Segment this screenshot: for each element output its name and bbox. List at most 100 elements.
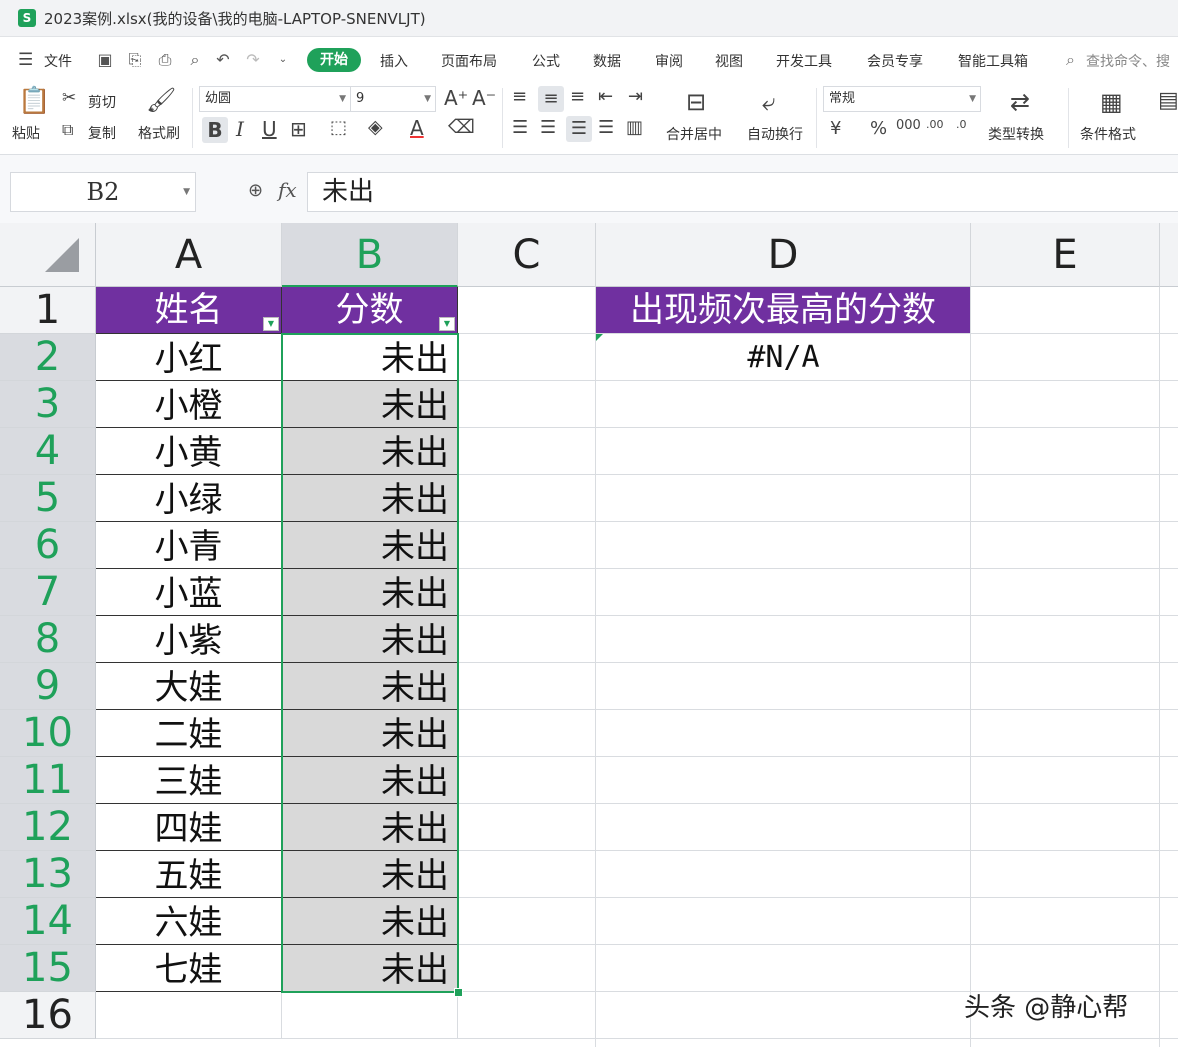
cell[interactable] bbox=[971, 1039, 1160, 1047]
cell[interactable] bbox=[971, 710, 1160, 757]
score-cell[interactable]: 未出 bbox=[282, 381, 458, 428]
spreadsheet-grid[interactable]: A B C D E 1 2 3 4 5 6 7 8 9 10 11 12 13 14 15 16 姓名 ▼ 分数 ▼ 出现频次最高… bbox=[0, 223, 1178, 1047]
cell[interactable] bbox=[596, 522, 971, 569]
name-cell[interactable]: 二娃 bbox=[96, 710, 282, 757]
cell[interactable] bbox=[596, 945, 971, 992]
cell[interactable] bbox=[971, 287, 1160, 334]
tab-home[interactable]: 开始 bbox=[307, 48, 361, 72]
score-cell[interactable]: 未出 bbox=[282, 663, 458, 710]
eraser-icon[interactable]: ⌫ bbox=[448, 116, 475, 138]
row-header-10[interactable]: 10 bbox=[0, 710, 96, 757]
row-header-1[interactable]: 1 bbox=[0, 287, 96, 334]
column-header-f[interactable] bbox=[1160, 223, 1178, 287]
name-cell[interactable]: 小绿 bbox=[96, 475, 282, 522]
cell[interactable] bbox=[596, 569, 971, 616]
cell[interactable] bbox=[1160, 428, 1178, 475]
name-cell[interactable]: 大娃 bbox=[96, 663, 282, 710]
cell-b16[interactable] bbox=[282, 992, 458, 1039]
font-name-select[interactable]: 幼圆 ▼ bbox=[199, 86, 351, 112]
cell[interactable] bbox=[596, 428, 971, 475]
export-icon[interactable]: ⎘ bbox=[126, 51, 144, 69]
cell[interactable] bbox=[458, 428, 596, 475]
cell[interactable] bbox=[596, 898, 971, 945]
row-header-7[interactable]: 7 bbox=[0, 569, 96, 616]
distributed-align-icon[interactable]: ▥ bbox=[626, 117, 643, 138]
cell[interactable] bbox=[971, 757, 1160, 804]
cell[interactable] bbox=[596, 663, 971, 710]
row-header-4[interactable]: 4 bbox=[0, 428, 96, 475]
cell[interactable] bbox=[596, 381, 971, 428]
select-all-corner[interactable] bbox=[0, 223, 96, 287]
score-cell[interactable]: 未出 bbox=[282, 522, 458, 569]
cell[interactable] bbox=[458, 710, 596, 757]
score-cell[interactable]: 未出 bbox=[282, 757, 458, 804]
merge-cells-icon[interactable]: ⊟ bbox=[686, 88, 706, 116]
menu-file[interactable]: 文件 bbox=[44, 51, 72, 71]
cell[interactable] bbox=[971, 663, 1160, 710]
cell[interactable] bbox=[1160, 475, 1178, 522]
paste-icon[interactable]: 📋 bbox=[18, 86, 50, 116]
name-cell[interactable]: 七娃 bbox=[96, 945, 282, 992]
name-cell[interactable]: 三娃 bbox=[96, 757, 282, 804]
cell[interactable] bbox=[971, 475, 1160, 522]
row-header-3[interactable]: 3 bbox=[0, 381, 96, 428]
print-icon[interactable]: ⎙ bbox=[156, 51, 174, 69]
italic-icon[interactable]: I bbox=[236, 117, 244, 141]
save-icon[interactable]: ▣ bbox=[96, 51, 114, 69]
cell[interactable] bbox=[596, 1039, 971, 1047]
cell[interactable] bbox=[458, 475, 596, 522]
name-cell[interactable]: 小红 bbox=[96, 334, 282, 381]
align-left-icon[interactable]: ☰ bbox=[512, 117, 528, 138]
paste-button[interactable]: 粘贴 bbox=[12, 123, 40, 143]
cell[interactable] bbox=[596, 757, 971, 804]
thousands-separator-icon[interactable]: 000 bbox=[896, 118, 921, 133]
percent-icon[interactable]: % bbox=[870, 118, 887, 139]
name-box[interactable]: B2 ▼ bbox=[10, 172, 196, 212]
row-header-15[interactable]: 15 bbox=[0, 945, 96, 992]
row-header-2[interactable]: 2 bbox=[0, 334, 96, 381]
increase-decimal-icon[interactable]: .00 bbox=[926, 118, 944, 131]
header-cell-name[interactable]: 姓名 ▼ bbox=[96, 287, 282, 334]
name-cell[interactable]: 四娃 bbox=[96, 804, 282, 851]
cell[interactable] bbox=[1160, 569, 1178, 616]
name-cell[interactable]: 六娃 bbox=[96, 898, 282, 945]
cell[interactable] bbox=[1160, 945, 1178, 992]
fill-color-icon[interactable]: ◈ bbox=[368, 116, 383, 138]
cell[interactable] bbox=[458, 381, 596, 428]
cell[interactable] bbox=[1160, 757, 1178, 804]
number-format-select[interactable]: 常规 ▼ bbox=[823, 86, 981, 112]
column-header-e[interactable]: E bbox=[971, 223, 1160, 287]
cell[interactable] bbox=[971, 616, 1160, 663]
row-header-13[interactable]: 13 bbox=[0, 851, 96, 898]
decrease-font-size-icon[interactable]: A⁻ bbox=[472, 86, 496, 110]
cell[interactable] bbox=[458, 334, 596, 381]
cell[interactable] bbox=[596, 851, 971, 898]
cell[interactable] bbox=[971, 851, 1160, 898]
cell-style-icon[interactable]: ⬚ bbox=[330, 117, 347, 138]
filter-dropdown-icon[interactable]: ▼ bbox=[439, 317, 455, 331]
customize-chevron-down-icon[interactable]: ⌄ bbox=[274, 51, 292, 69]
format-painter-button[interactable]: 格式刷 bbox=[138, 123, 180, 143]
score-cell[interactable]: 未出 bbox=[282, 616, 458, 663]
cell[interactable] bbox=[458, 663, 596, 710]
tab-review[interactable]: 审阅 bbox=[655, 51, 683, 71]
column-header-d[interactable]: D bbox=[596, 223, 971, 287]
row-header-9[interactable]: 9 bbox=[0, 663, 96, 710]
borders-icon[interactable]: ⊞ bbox=[290, 117, 307, 141]
bold-icon[interactable]: B bbox=[202, 117, 228, 143]
cell[interactable] bbox=[596, 475, 971, 522]
decrease-decimal-icon[interactable]: .0 bbox=[956, 118, 967, 131]
formula-input[interactable]: 未出 bbox=[307, 172, 1178, 212]
cell[interactable] bbox=[971, 381, 1160, 428]
decrease-indent-icon[interactable]: ⇤ bbox=[598, 86, 613, 107]
font-color-icon[interactable]: A bbox=[410, 116, 424, 140]
header-cell-score[interactable]: 分数 ▼ bbox=[282, 287, 458, 334]
cell[interactable] bbox=[458, 287, 596, 334]
score-cell[interactable]: 未出 bbox=[282, 804, 458, 851]
score-cell[interactable]: 未出 bbox=[282, 428, 458, 475]
increase-font-size-icon[interactable]: A⁺ bbox=[444, 86, 468, 110]
cell[interactable] bbox=[596, 804, 971, 851]
cell[interactable] bbox=[1160, 381, 1178, 428]
type-convert-icon[interactable]: ⇄ bbox=[1010, 88, 1030, 116]
tab-member[interactable]: 会员专享 bbox=[867, 51, 923, 71]
